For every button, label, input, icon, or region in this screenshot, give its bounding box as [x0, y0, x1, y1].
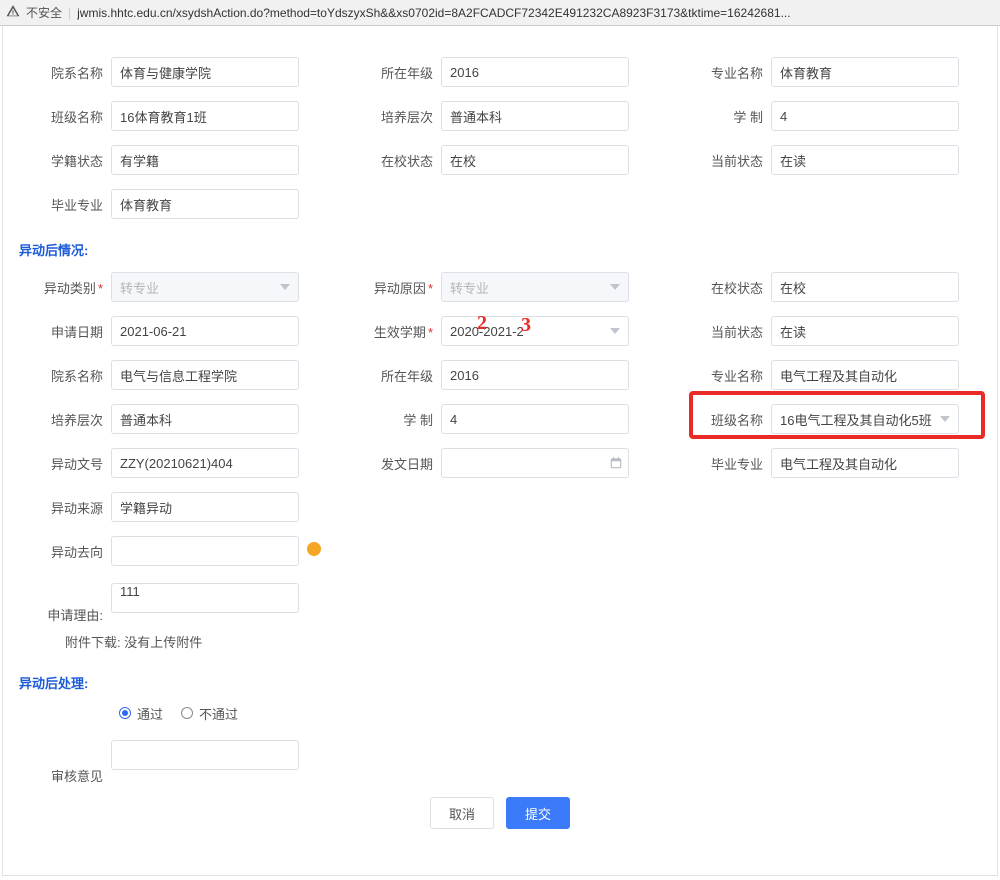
warning-icon: [307, 542, 321, 556]
page-container: 院系名称 所在年级 专业名称 班级名称 培养层次 学 制 学籍状态 在校状: [2, 26, 998, 876]
approval-radio-group: 通过 不通过: [3, 698, 997, 728]
major-input[interactable]: [771, 57, 959, 87]
field-applydate: 申请日期: [3, 309, 333, 353]
class-input[interactable]: [111, 101, 299, 131]
field-dept: 院系名称: [3, 50, 333, 94]
after-class-select[interactable]: 16电气工程及其自动化5班: [771, 404, 959, 434]
radio-pass-label: 通过: [137, 704, 163, 723]
after-level-input[interactable]: [111, 404, 299, 434]
field-level: 培养层次: [333, 94, 663, 138]
opinion-textarea[interactable]: [111, 740, 299, 770]
field-status: 学籍状态: [3, 138, 333, 182]
field-current: 当前状态: [663, 138, 983, 182]
field-after-level: 培养层次: [3, 397, 333, 441]
field-dest: 异动去向: [3, 529, 333, 573]
field-class: 班级名称: [3, 94, 333, 138]
field-after-dept: 院系名称: [3, 353, 333, 397]
radio-nopass-label: 不通过: [199, 704, 238, 723]
after-current-input[interactable]: [771, 316, 959, 346]
field-docnum: 异动文号: [3, 441, 333, 485]
applyreason-label: 申请理由:: [3, 583, 111, 624]
opinion-label: 审核意见: [3, 740, 111, 785]
status-input[interactable]: [111, 145, 299, 175]
field-grade: 所在年级: [333, 50, 663, 94]
attach-row: 附件下载: 没有上传附件: [3, 624, 997, 659]
after-years-input[interactable]: [441, 404, 629, 434]
field-type: 异动类别* 转专业: [3, 265, 333, 309]
applyreason-textarea[interactable]: [111, 583, 299, 613]
after-grade-input[interactable]: [441, 360, 629, 390]
field-after-years: 学 制: [333, 397, 663, 441]
source-input[interactable]: [111, 492, 299, 522]
field-after-major: 专业名称: [663, 353, 983, 397]
years-input[interactable]: [771, 101, 959, 131]
field-after-current: 当前状态: [663, 309, 983, 353]
field-after-class: 班级名称 16电气工程及其自动化5班: [663, 397, 983, 441]
field-term: 生效学期* 2020-2021-2 2 3: [333, 309, 663, 353]
field-major: 专业名称: [663, 50, 983, 94]
after-inschool-input[interactable]: [771, 272, 959, 302]
radio-pass[interactable]: [119, 707, 131, 719]
dept-input[interactable]: [111, 57, 299, 87]
current-input[interactable]: [771, 145, 959, 175]
field-years: 学 制: [663, 94, 983, 138]
inschool-input[interactable]: [441, 145, 629, 175]
address-bar: 不安全 | jwmis.hhtc.edu.cn/xsydshAction.do?…: [0, 0, 1000, 26]
docnum-input[interactable]: [111, 448, 299, 478]
field-after-grade: 所在年级: [333, 353, 663, 397]
field-inschool: 在校状态: [333, 138, 663, 182]
after-major-input[interactable]: [771, 360, 959, 390]
submit-button[interactable]: 提交: [506, 797, 570, 829]
field-gradmajor: 毕业专业: [3, 182, 333, 226]
gradmajor-input[interactable]: [111, 189, 299, 219]
cancel-button[interactable]: 取消: [430, 797, 494, 829]
chevron-down-icon: [610, 328, 620, 334]
after-gradmajor-input[interactable]: [771, 448, 959, 478]
chevron-down-icon: [940, 416, 950, 422]
field-docdate: 发文日期: [333, 441, 663, 485]
field-reason: 异动原因* 转专业: [333, 265, 663, 309]
field-after-gradmajor: 毕业专业: [663, 441, 983, 485]
field-after-inschool: 在校状态: [663, 265, 983, 309]
after-section-title: 异动后情况:: [3, 226, 997, 265]
chevron-down-icon: [280, 284, 290, 290]
insecure-label: 不安全: [26, 4, 62, 21]
chevron-down-icon: [610, 284, 620, 290]
process-section-title: 异动后处理:: [3, 659, 997, 698]
url-text: jwmis.hhtc.edu.cn/xsydshAction.do?method…: [77, 6, 994, 20]
radio-nopass[interactable]: [181, 707, 193, 719]
field-source: 异动来源: [3, 485, 333, 529]
grade-input[interactable]: [441, 57, 629, 87]
after-dept-input[interactable]: [111, 360, 299, 390]
reason-select: 转专业: [441, 272, 629, 302]
warning-triangle-icon: [6, 4, 20, 21]
applydate-input[interactable]: [111, 316, 299, 346]
dest-input[interactable]: [111, 536, 299, 566]
docdate-input[interactable]: [441, 448, 629, 478]
type-select: 转专业: [111, 272, 299, 302]
term-select[interactable]: 2020-2021-2: [441, 316, 629, 346]
level-input[interactable]: [441, 101, 629, 131]
